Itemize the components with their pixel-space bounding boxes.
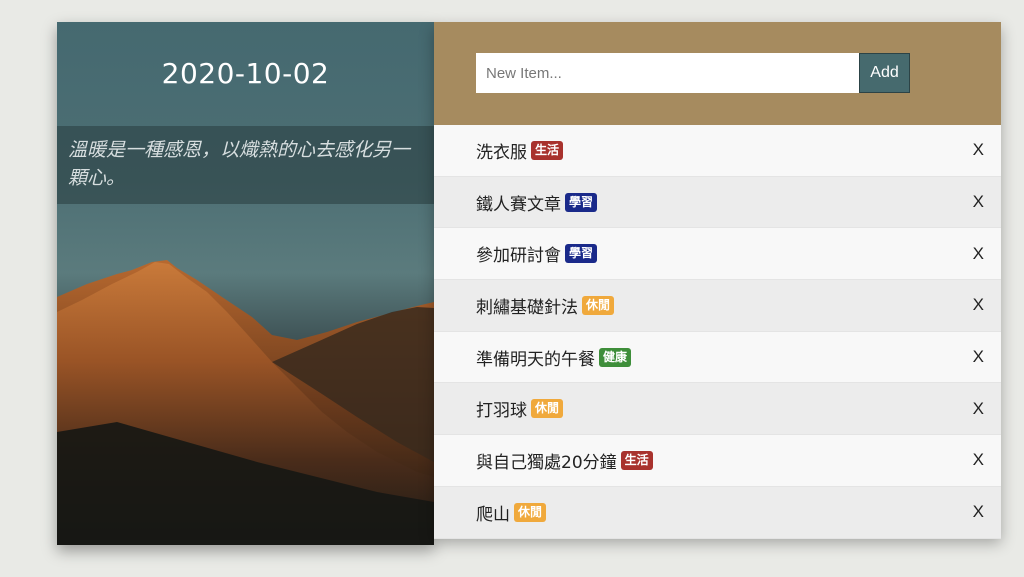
- todo-item-text: 爬山: [476, 504, 510, 525]
- category-tag: 生活: [620, 450, 653, 470]
- mountain-background-image: [57, 260, 434, 545]
- delete-item-button[interactable]: X: [973, 244, 984, 264]
- todo-item-text: 準備明天的午餐: [476, 349, 595, 370]
- todo-item-text: 刺繡基礎針法: [476, 297, 578, 318]
- delete-item-button[interactable]: X: [973, 347, 984, 367]
- todo-header: Add: [434, 22, 1001, 125]
- todo-item-text: 鐵人賽文章: [476, 194, 561, 215]
- delete-item-button[interactable]: X: [973, 192, 984, 212]
- delete-item-button[interactable]: X: [973, 399, 984, 419]
- category-tag: 休閒: [531, 399, 564, 419]
- category-tag: 學習: [565, 192, 598, 212]
- quote-box: 溫暖是一種感恩，以熾熱的心去感化另一顆心。: [57, 126, 434, 204]
- category-tag: 生活: [531, 140, 564, 160]
- todo-item[interactable]: 爬山 休閒 X: [434, 486, 1001, 539]
- category-tag: 學習: [565, 244, 598, 264]
- todo-item-text: 洗衣服: [476, 142, 527, 163]
- delete-item-button[interactable]: X: [973, 502, 984, 522]
- todo-item-text: 與自己獨處20分鐘: [476, 452, 617, 473]
- add-button[interactable]: Add: [859, 53, 910, 93]
- todo-item[interactable]: 準備明天的午餐 健康 X: [434, 331, 1001, 384]
- delete-item-button[interactable]: X: [973, 295, 984, 315]
- date-heading: 2020-10-02: [161, 57, 330, 90]
- todo-panel: Add 洗衣服生活X鐵人賽文章學習X參加研討會學習X刺繡基礎針法休閒X準備明天的…: [434, 22, 1001, 539]
- todo-item-text: 打羽球: [476, 401, 527, 422]
- category-tag: 休閒: [582, 295, 615, 315]
- category-tag: 休閒: [514, 502, 547, 522]
- todo-item[interactable]: 打羽球 休閒 X: [434, 383, 1001, 436]
- category-tag: 健康: [599, 347, 632, 367]
- new-item-input[interactable]: [476, 53, 860, 93]
- date-card: 2020-10-02 溫暖是一種感恩，以熾熱的心去感化另一顆心。: [57, 22, 434, 545]
- todo-item[interactable]: 參加研討會 學習 X: [434, 228, 1001, 281]
- delete-item-button[interactable]: X: [973, 140, 984, 160]
- quote-text: 溫暖是一種感恩，以熾熱的心去感化另一顆心。: [68, 139, 411, 189]
- todo-list: 洗衣服 生活 X 鐵人賽文章 學習 X 參加研討會 學習 X 刺繡基礎針法 休閒 X 準備明天的午餐 健康…: [434, 125, 1001, 539]
- todo-item[interactable]: 洗衣服 生活 X: [434, 125, 1001, 177]
- delete-item-button[interactable]: X: [973, 450, 984, 470]
- todo-item[interactable]: 刺繡基礎針法 休閒 X: [434, 280, 1001, 332]
- todo-item[interactable]: 與自己獨處20分鐘 生活 X: [434, 435, 1001, 487]
- todo-item-text: 參加研討會: [476, 246, 561, 267]
- todo-item[interactable]: 鐵人賽文章 學習 X: [434, 176, 1001, 229]
